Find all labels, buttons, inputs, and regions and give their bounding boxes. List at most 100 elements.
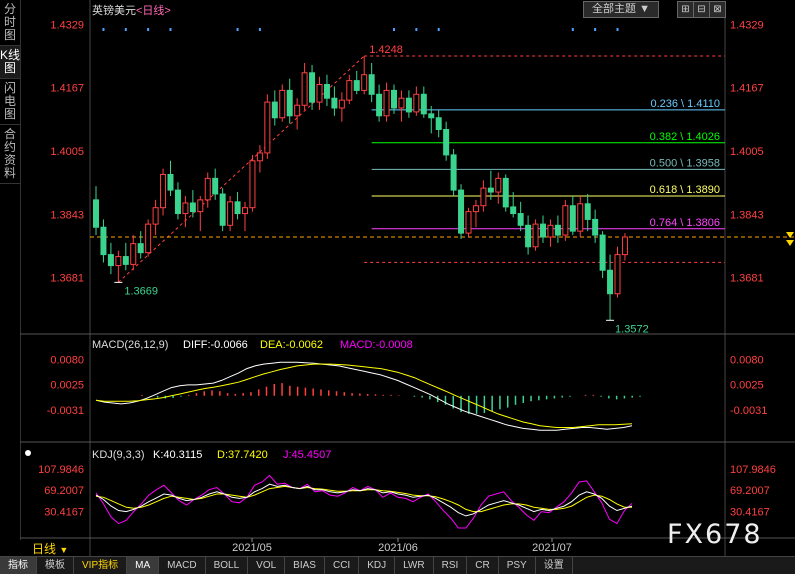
- kdj-axis: 107.9846 107.9846 69.2007 69.2007 30.4167 30.…: [38, 464, 776, 518]
- candle-body: [301, 72, 308, 106]
- fib-label: 0.236 \ 1.4110: [650, 98, 720, 110]
- candle-body: [160, 173, 167, 209]
- tab-lwr[interactable]: LWR: [395, 557, 434, 574]
- candle-body: [391, 89, 397, 109]
- candle-body: [167, 173, 174, 191]
- candle-body: [316, 84, 323, 103]
- x-tick-label: 2021/05: [232, 542, 272, 554]
- kdj-legend: KDJ(9,3,3) K:40.3115 D:37.7420 J:45.4507: [25, 449, 331, 461]
- candle-body: [554, 224, 561, 236]
- candle-body: [309, 72, 316, 103]
- candle-body: [174, 189, 181, 215]
- candle-body: [599, 234, 606, 271]
- candle-body: [107, 254, 114, 267]
- signal-dot: [437, 28, 440, 31]
- candle-body: [227, 201, 234, 226]
- tab-ma[interactable]: MA: [127, 557, 160, 574]
- kdj-panel: [95, 474, 633, 529]
- tab-rsi[interactable]: RSI: [434, 557, 468, 574]
- chart-canvas[interactable]: 1.43291.41671.40051.38431.3681 1.43291.4…: [0, 0, 795, 556]
- x-tick-label: 2021/07: [532, 542, 572, 554]
- candle-body: [584, 203, 591, 220]
- kdj-tick-right: 30.4167: [730, 506, 770, 518]
- macd-panel: [95, 361, 641, 431]
- kdj-tick-right: 69.2007: [730, 485, 770, 497]
- kdj-tick-left: 107.9846: [38, 464, 84, 476]
- candle-body: [122, 256, 129, 265]
- tab-psy[interactable]: PSY: [499, 557, 536, 574]
- tab-macd[interactable]: MACD: [159, 557, 206, 574]
- candle-body: [405, 97, 412, 113]
- kdj-j-label: J:45.4507: [283, 449, 331, 461]
- candle-body: [376, 93, 383, 117]
- candle-body: [145, 223, 152, 254]
- tab-indicators[interactable]: 指标: [0, 557, 37, 574]
- candle-body: [204, 177, 211, 201]
- signal-dot: [236, 28, 239, 31]
- candle-body: [264, 101, 271, 154]
- price-tick-right: 1.4005: [730, 146, 764, 158]
- tab-cr[interactable]: CR: [467, 557, 499, 574]
- period-switch[interactable]: 日线 ▼: [32, 540, 68, 557]
- candle-body: [323, 84, 330, 99]
- kdj-d-line: [95, 485, 632, 513]
- tab-bias[interactable]: BIAS: [285, 557, 325, 574]
- kdj-k-label: K:40.3115: [153, 449, 202, 461]
- candle-body: [115, 256, 122, 267]
- signal-dot: [415, 28, 418, 31]
- signal-dot: [616, 28, 619, 31]
- price-tick-left: 1.4167: [50, 83, 84, 95]
- price-tick-left: 1.3681: [50, 273, 84, 285]
- price-axis-right: 1.4329 1.4167 1.4005 1.3843 1.3681: [730, 19, 764, 284]
- price-tick-right: 1.3843: [730, 209, 764, 221]
- candle-body: [517, 213, 524, 226]
- tab-vol[interactable]: VOL: [248, 557, 286, 574]
- candle-body: [592, 218, 599, 236]
- price-tick-left: 1.4329: [50, 19, 84, 31]
- candle-body: [450, 154, 457, 191]
- price-tick-left: 1.3843: [50, 209, 84, 221]
- period-label: 日线: [32, 542, 57, 556]
- kdj-tick-left: 69.2007: [44, 485, 84, 497]
- macd-diff-label: DIFF:-0.0066: [183, 339, 248, 351]
- tab-cci[interactable]: CCI: [325, 557, 360, 574]
- macd-dea-line: [95, 363, 633, 428]
- signal-dot: [571, 28, 574, 31]
- candle-body: [420, 93, 427, 115]
- candle-body: [286, 89, 293, 117]
- candle-body: [532, 223, 539, 248]
- candle-body: [353, 80, 360, 91]
- signal-dot: [258, 28, 261, 31]
- candle-body: [495, 177, 502, 193]
- price-tick-right: 1.4329: [730, 19, 764, 31]
- candle-body: [93, 199, 99, 228]
- candle-body: [510, 206, 517, 215]
- candle-body: [577, 203, 584, 232]
- tab-kdj[interactable]: KDJ: [359, 557, 396, 574]
- tab-templates[interactable]: 模板: [37, 557, 74, 574]
- candle-body: [137, 243, 144, 254]
- kdj-marker-icon: [25, 450, 31, 456]
- fib-label: 0.618 \ 1.3890: [650, 184, 720, 196]
- tab-boll[interactable]: BOLL: [206, 557, 249, 574]
- macd-title: MACD(26,12,9): [92, 339, 168, 351]
- candle-body: [435, 117, 442, 130]
- tab-vip-indicators[interactable]: VIP指标: [74, 557, 128, 574]
- candle-body: [279, 89, 286, 119]
- fib-label: 0.500 \ 1.3958: [650, 157, 720, 169]
- candle-body: [256, 152, 263, 162]
- macd-tick-left: 0.0080: [50, 355, 84, 367]
- candle-body: [368, 74, 375, 95]
- candle-body: [607, 269, 614, 295]
- label-low2: 1.3572: [615, 323, 649, 335]
- candle-body: [621, 236, 628, 256]
- macd-tick-right: -0.0031: [730, 405, 767, 417]
- candle-body: [294, 104, 301, 117]
- macd-tick-left: -0.0031: [47, 405, 84, 417]
- kdj-tick-right: 107.9846: [730, 464, 776, 476]
- fib-levels: 0.236 \ 1.4110 0.382 \ 1.4026 0.500 \ 1.39…: [371, 98, 725, 230]
- tab-settings[interactable]: 设置: [536, 557, 573, 574]
- candle-body: [383, 89, 390, 117]
- candle-body: [249, 160, 256, 209]
- candle-body: [413, 93, 420, 113]
